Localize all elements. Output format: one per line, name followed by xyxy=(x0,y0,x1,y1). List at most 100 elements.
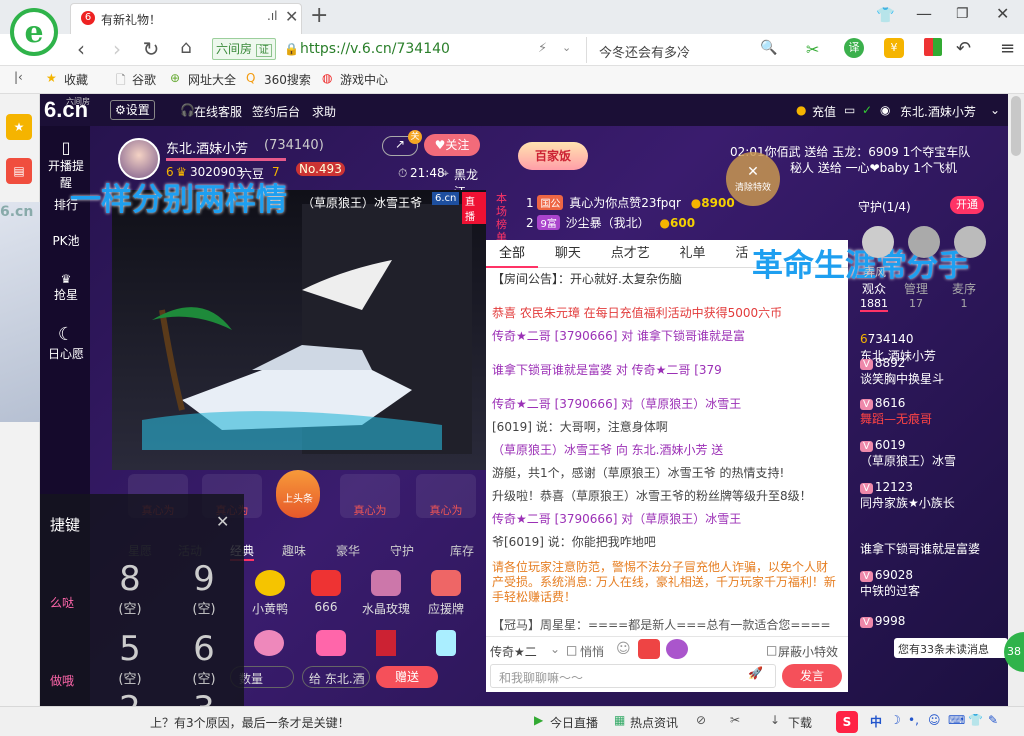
status-news[interactable]: 热点资讯 xyxy=(630,714,678,731)
chat-tab-all[interactable]: 全部 xyxy=(486,240,539,268)
moon-ime-icon[interactable]: ☽ xyxy=(890,713,901,727)
unread-messages-notice[interactable]: 您有33条未读消息 xyxy=(894,638,1008,658)
fan-plate[interactable]: 真心为 xyxy=(416,474,476,518)
undo-icon[interactable]: ↶ xyxy=(956,38,971,59)
grab-star-item[interactable]: ♛ 抢星 xyxy=(46,272,86,303)
favorite-star-icon[interactable]: ★ xyxy=(6,114,32,140)
back-icon[interactable]: ‹ xyxy=(68,37,94,61)
sign-backend-link[interactable]: 签约后台 xyxy=(252,103,300,120)
send-button[interactable]: 发言 xyxy=(782,664,842,688)
welfare-icon[interactable] xyxy=(638,639,660,659)
help-link[interactable]: 求助 xyxy=(312,103,336,120)
shirt-icon[interactable]: 👕 xyxy=(876,6,895,24)
gift-item[interactable]: 666 xyxy=(296,570,356,614)
gift-item[interactable]: 应援牌 xyxy=(416,570,476,617)
sogou-ime-icon[interactable]: S xyxy=(836,711,858,733)
fan-plate[interactable]: 真心为 xyxy=(340,474,400,518)
hundred-stage-badge[interactable]: 百家饭 xyxy=(518,142,588,170)
minimize-icon[interactable]: — xyxy=(916,4,932,23)
rocket-icon[interactable]: 🚀 xyxy=(748,666,763,680)
anchor-rank-badge[interactable]: No.493 xyxy=(296,162,345,176)
news-ticker[interactable]: 上？有3个原因，最后一条才是关键！ xyxy=(150,714,350,731)
sidebar-toggle-icon[interactable]: |‹ xyxy=(14,70,23,84)
guard-avatar[interactable] xyxy=(908,226,940,258)
audience-tab[interactable]: 观众 1881 xyxy=(860,280,888,312)
keyboard-icon[interactable]: ⌨ xyxy=(948,713,965,727)
scissors-icon[interactable]: ✂ xyxy=(806,40,819,59)
forward-icon[interactable]: › xyxy=(104,37,130,61)
audience-item[interactable]: V 6019 （草原狼王）冰雪 xyxy=(860,438,1008,472)
gift-tab-luxury[interactable]: 豪华 xyxy=(336,542,360,559)
follow-button[interactable]: ♥关注 xyxy=(424,134,480,156)
url-field[interactable]: https://v.6.cn/734140 xyxy=(300,41,450,57)
close-tab-icon[interactable]: ✕ xyxy=(285,7,298,26)
cut-icon[interactable]: ✂ xyxy=(730,713,740,727)
translate-icon[interactable]: 译 xyxy=(844,38,864,58)
refresh-icon[interactable]: ↻ xyxy=(138,37,164,61)
menu-icon[interactable]: ≡ xyxy=(1000,38,1015,59)
hide-fx-checkbox[interactable]: □ xyxy=(766,643,777,657)
audience-item[interactable]: 6734140 东北.酒妹小芳 xyxy=(860,314,1008,363)
pea-icon[interactable] xyxy=(666,639,688,659)
audience-item[interactable]: V 8892 谈笑胸中换星斗 xyxy=(860,356,1008,390)
lipstick-icon[interactable] xyxy=(376,630,396,656)
wallet-icon[interactable]: ▭ xyxy=(844,103,855,117)
dial-key-8[interactable]: 8 (空) xyxy=(100,560,160,617)
gift-item[interactable]: 小黄鸭 xyxy=(240,570,300,617)
close-window-icon[interactable]: ✕ xyxy=(996,4,1009,23)
emoji-icon[interactable]: ☺ xyxy=(616,641,631,657)
lightning-icon[interactable]: ⚡ xyxy=(538,41,547,56)
page-scrollbar[interactable] xyxy=(1008,94,1024,706)
speed-icon[interactable]: ⊘ xyxy=(696,713,706,727)
audience-tab[interactable]: 管理 17 xyxy=(904,280,928,310)
audience-item[interactable]: V 8616 舞蹈—无痕哥 xyxy=(860,396,1008,430)
new-tab-icon[interactable]: + xyxy=(310,3,328,28)
online-support-link[interactable]: 在线客服 xyxy=(194,103,242,120)
heart-gift-icon[interactable] xyxy=(316,630,346,656)
user-ime-icon[interactable]: 👕 xyxy=(968,713,983,727)
note-icon[interactable]: ▤ xyxy=(6,158,32,184)
give-gift-button[interactable]: 赠送 xyxy=(376,666,438,688)
fav-collect[interactable]: 收藏 xyxy=(64,71,88,88)
status-download[interactable]: 下载 xyxy=(788,714,812,731)
audience-item[interactable]: V 12123 同舟家族★小族长 xyxy=(860,480,1008,514)
shield-icon[interactable]: ¥ xyxy=(884,38,904,58)
fav-game-center[interactable]: 游戏中心 xyxy=(340,71,388,88)
board-row[interactable]: 2 9富 沙尘暴（我北） ●600 xyxy=(526,214,826,236)
audience-tab[interactable]: 麦序 1 xyxy=(952,280,976,310)
fav-360-search[interactable]: 360搜索 xyxy=(264,71,311,88)
search-input[interactable]: 今冬还会有多冷 xyxy=(586,37,786,63)
site-identity-tag[interactable]: 六间房 证 xyxy=(212,38,276,60)
user-avatar-icon[interactable]: ◉ xyxy=(880,103,890,117)
settings-button[interactable]: ⚙设置 xyxy=(110,100,155,120)
audience-item[interactable]: V 69028 中铁的过客 xyxy=(860,568,1008,602)
guard-open-button[interactable]: 开通 xyxy=(950,196,984,214)
gift-target-select[interactable]: 给 东北.酒 xyxy=(302,666,370,688)
emoji-ime-icon[interactable]: ☺ xyxy=(928,713,941,727)
guard-avatar[interactable] xyxy=(862,226,894,258)
punct-icon[interactable]: •, xyxy=(908,713,919,727)
status-live[interactable]: 今日直播 xyxy=(550,714,598,731)
chat-tab-gifts[interactable]: 礼单 xyxy=(667,240,719,268)
dialer-close-icon[interactable]: ✕ xyxy=(216,512,229,531)
home-icon[interactable]: ⌂ xyxy=(173,37,199,58)
audience-item[interactable]: V 9998 xyxy=(860,614,1008,634)
gift-tab-fun[interactable]: 趣味 xyxy=(282,542,306,559)
search-icon[interactable]: 🔍 xyxy=(760,40,777,56)
chat-input[interactable]: 和我聊聊嘛～～ xyxy=(490,664,776,688)
chat-tab-chat[interactable]: 聊天 xyxy=(542,240,594,268)
bottle-icon[interactable] xyxy=(436,630,456,656)
browser-logo-icon[interactable]: e xyxy=(10,8,58,56)
pk-pool-item[interactable]: PK池 xyxy=(46,232,86,249)
recharge-link[interactable]: 充值 xyxy=(812,103,836,120)
browser-tab[interactable]: 6 有新礼物！ .ıl ✕ xyxy=(70,3,302,34)
daily-wish-item[interactable]: ☾ 日心愿 xyxy=(46,324,86,362)
board-row[interactable]: 1 国公 真心为你点赞23fpqr ●8900 xyxy=(526,194,826,216)
scrollbar-thumb[interactable] xyxy=(1011,96,1021,156)
restore-icon[interactable]: ❐ xyxy=(956,6,969,22)
chat-tab-talent[interactable]: 点才艺 xyxy=(598,240,663,268)
gift-tab-inventory[interactable]: 库存 xyxy=(450,542,474,559)
dial-key-5[interactable]: 5 (空) xyxy=(100,630,160,687)
audience-item[interactable]: 谁拿下锁哥谁就是富婆 xyxy=(860,526,1008,560)
chevron-down-icon[interactable]: ⌄ xyxy=(562,41,571,54)
